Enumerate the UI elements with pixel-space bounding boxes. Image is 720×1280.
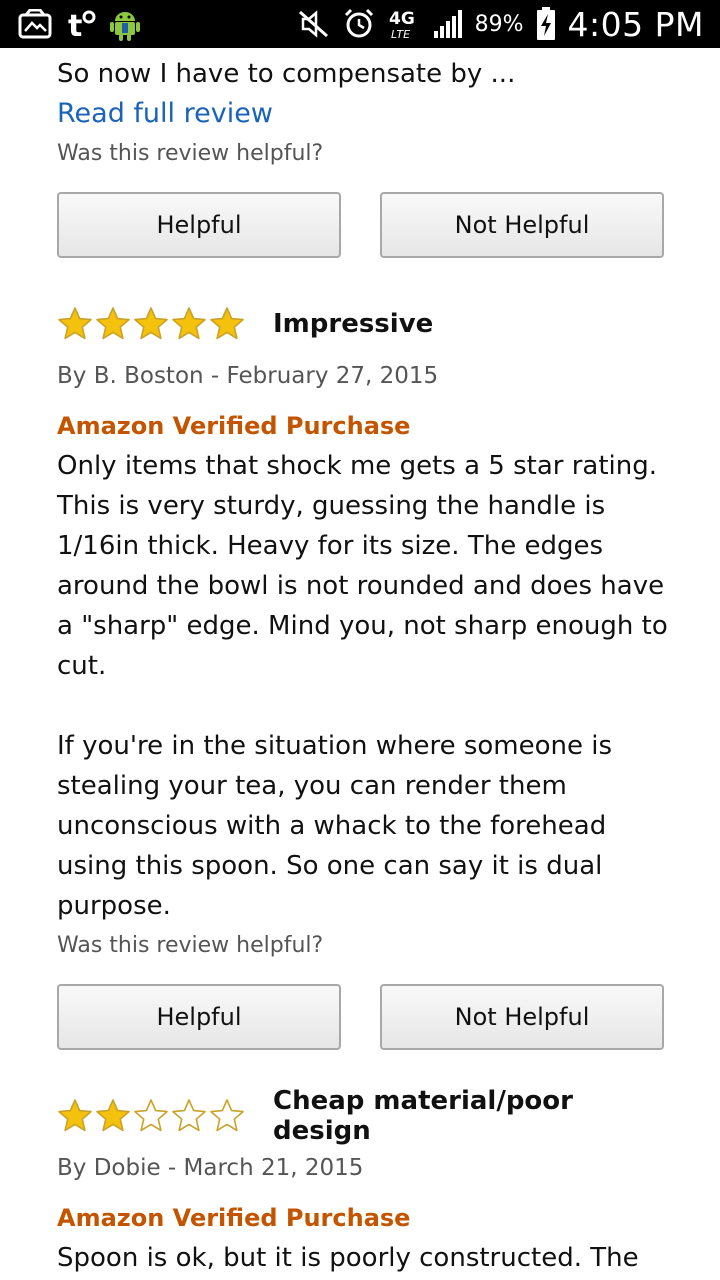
previous-review: So now I have to compensate by ... Read … — [57, 54, 667, 134]
helpful-question: Was this review helpful? — [57, 933, 324, 958]
svg-text:4G: 4G — [389, 9, 415, 29]
review-body: Spoon is ok, but it is poorly constructe… — [57, 1243, 639, 1273]
review-byline[interactable]: By Dobie - March 21, 2015 — [57, 1153, 363, 1183]
svg-text:t: t — [68, 9, 82, 40]
clock: 4:05 PM — [567, 4, 704, 44]
helpful-button-row: Helpful Not Helpful — [57, 192, 664, 258]
review-body-tail: So now I have to compensate by ... — [57, 59, 516, 89]
verified-purchase-badge: Amazon Verified Purchase — [57, 412, 411, 440]
verified-purchase-badge: Amazon Verified Purchase — [57, 1204, 411, 1232]
android-icon — [110, 7, 140, 41]
star-filled-icon — [95, 1098, 131, 1134]
star-filled-icon — [133, 306, 169, 342]
star-empty-icon — [133, 1098, 169, 1134]
alarm-icon — [343, 8, 375, 40]
review-header: Impressive — [57, 304, 667, 344]
review-body: Only items that shock me gets a 5 star r… — [57, 451, 668, 921]
helpful-button[interactable]: Helpful — [57, 192, 341, 258]
not-helpful-button[interactable]: Not Helpful — [380, 984, 664, 1050]
status-bar: t 4G LTE 89% 4:05 PM — [0, 0, 720, 48]
svg-text:LTE: LTE — [391, 28, 410, 40]
review-title[interactable]: Cheap material/poor design — [273, 1086, 677, 1146]
read-full-review-link[interactable]: Read full review — [57, 94, 667, 134]
mute-icon — [297, 9, 331, 39]
review-title[interactable]: Impressive — [273, 309, 433, 339]
battery-percent: 89% — [474, 11, 524, 37]
battery-charging-icon — [536, 7, 556, 41]
star-rating — [57, 1098, 245, 1134]
star-rating — [57, 306, 245, 342]
star-filled-icon — [171, 306, 207, 342]
star-filled-icon — [57, 306, 93, 342]
t-mobile-icon: t — [66, 8, 96, 40]
star-filled-icon — [209, 306, 245, 342]
gallery-notification-icon — [18, 9, 52, 39]
star-filled-icon — [95, 306, 131, 342]
star-filled-icon — [57, 1098, 93, 1134]
star-empty-icon — [171, 1098, 207, 1134]
not-helpful-button[interactable]: Not Helpful — [380, 192, 664, 258]
helpful-button[interactable]: Helpful — [57, 984, 341, 1050]
review-header: Cheap material/poor design — [57, 1086, 677, 1146]
star-empty-icon — [209, 1098, 245, 1134]
signal-icon — [433, 9, 463, 39]
helpful-question: Was this review helpful? — [57, 141, 324, 166]
review-byline[interactable]: By B. Boston - February 27, 2015 — [57, 361, 438, 391]
helpful-button-row: Helpful Not Helpful — [57, 984, 664, 1050]
4g-lte-icon: 4G LTE — [387, 8, 421, 40]
